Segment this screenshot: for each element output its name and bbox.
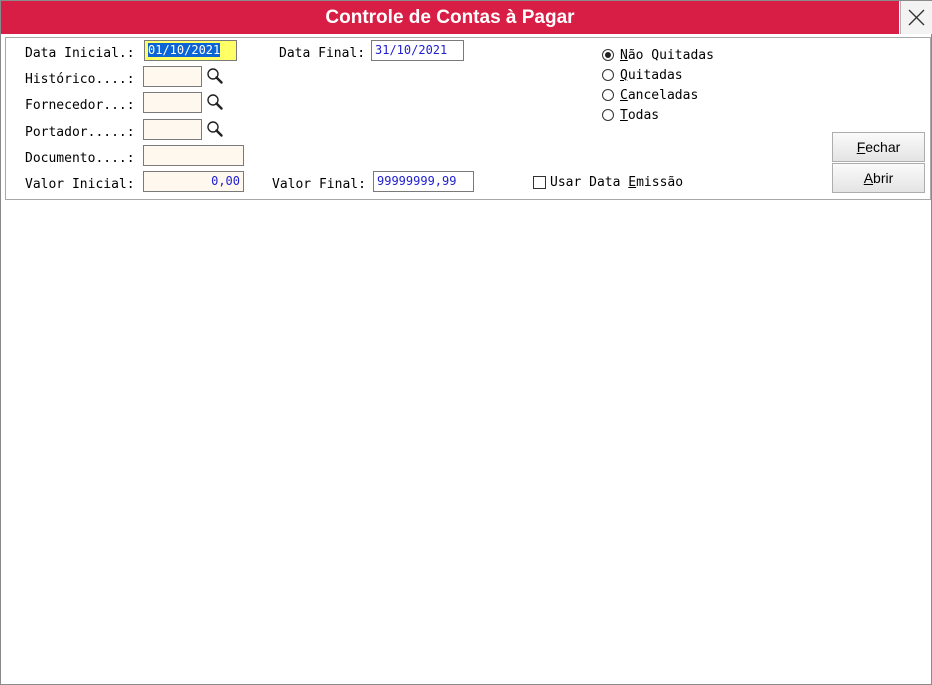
fornecedor-search-icon[interactable] [206,93,224,111]
valor-final-label: Valor Final: [272,177,366,192]
fornecedor-label: Fornecedor...: [25,98,135,113]
radio-mnemonic: C [620,88,628,103]
close-button[interactable] [900,1,932,34]
data-inicial-value: 01/10/2021 [148,43,221,57]
radio-circle [602,89,614,101]
valor-final-input[interactable]: 99999999,99 [373,171,474,192]
portador-input[interactable] [143,119,202,140]
fornecedor-input[interactable] [143,92,202,113]
radio-circle [602,69,614,81]
radio-label: anceladas [627,88,699,103]
filter-panel: Data Inicial.: 01/10/2021 Data Final: 31… [5,37,931,200]
radio-mnemonic: Q [620,68,628,83]
fechar-button[interactable]: Fechar [832,132,925,162]
historico-input[interactable] [143,66,202,87]
radio-label: odas [627,108,660,123]
valor-inicial-input[interactable]: 0,00 [143,171,244,192]
portador-label: Portador.....: [25,125,135,140]
usar-data-emissao-checkbox[interactable] [533,176,546,189]
close-icon [908,9,925,26]
data-final-input[interactable]: 31/10/2021 [371,40,464,61]
radio-circle [602,49,614,61]
historico-label: Histórico....: [25,72,135,87]
radio-label: ão Quitadas [627,48,714,63]
radio-mnemonic: N [620,48,628,63]
radio-circle [602,109,614,121]
radio-label: uitadas [627,68,683,83]
documento-input[interactable] [143,145,244,166]
main-window: Controle de Contas à Pagar Data Inicial.… [0,0,932,685]
valor-inicial-label: Valor Inicial: [25,177,135,192]
data-final-label: Data Final: [279,46,366,61]
radio-mnemonic: T [620,108,628,123]
window-title: Controle de Contas à Pagar [1,1,899,34]
data-inicial-input[interactable]: 01/10/2021 [144,40,237,61]
historico-search-icon[interactable] [206,67,224,85]
documento-label: Documento....: [25,151,135,166]
data-inicial-label: Data Inicial.: [25,46,135,61]
portador-search-icon[interactable] [206,120,224,138]
abrir-button[interactable]: Abrir [832,163,925,193]
usar-data-emissao-label[interactable]: Usar Data Emissão [550,175,683,191]
